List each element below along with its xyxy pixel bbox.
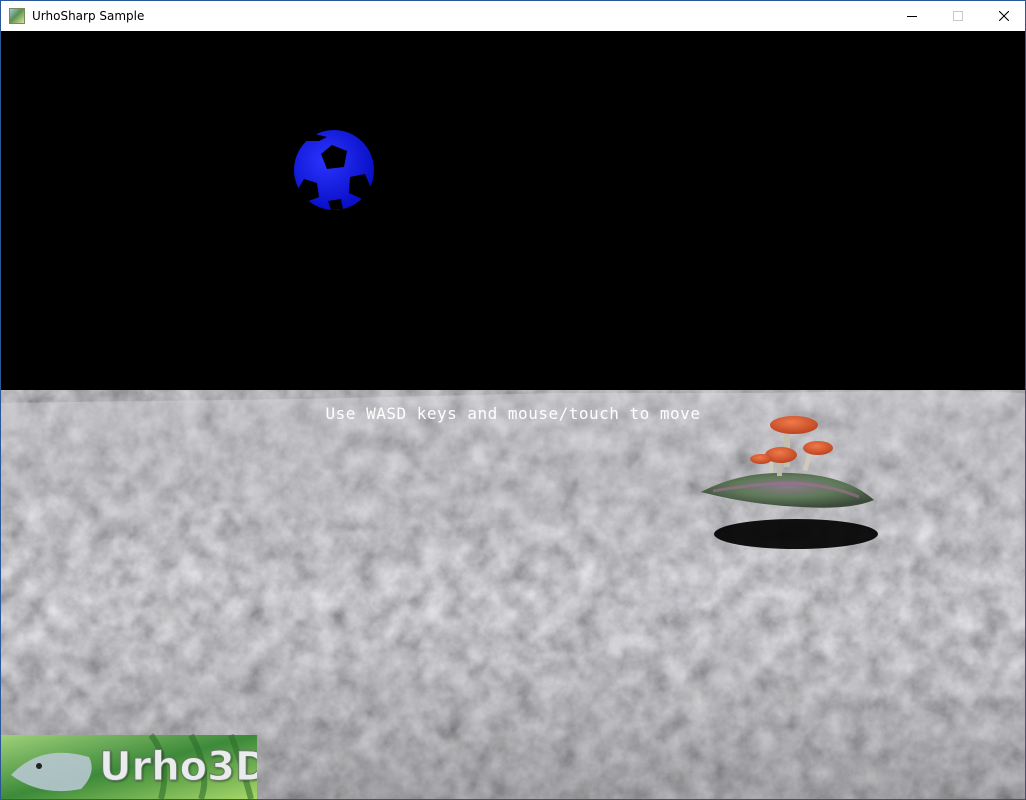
close-icon: [999, 11, 1009, 21]
maximize-icon: [953, 11, 963, 21]
island-shadow: [714, 519, 878, 549]
maximize-button[interactable]: [935, 1, 981, 31]
soccer-ball: [294, 130, 374, 210]
app-window: UrhoSharp Sample Use WASD keys and mouse…: [0, 0, 1026, 800]
instruction-text: Use WASD keys and mouse/touch to move: [325, 404, 701, 423]
urho3d-logo: Urho3D: [1, 735, 257, 799]
close-button[interactable]: [981, 1, 1025, 31]
window-title: UrhoSharp Sample: [32, 9, 145, 23]
app-icon[interactable]: [9, 8, 25, 24]
logo-text: Urho3D: [98, 744, 257, 791]
minimize-button[interactable]: [889, 1, 935, 31]
title-bar[interactable]: UrhoSharp Sample: [1, 1, 1025, 31]
minimize-icon: [907, 16, 917, 17]
game-viewport[interactable]: Use WASD keys and mouse/touch to move Ur…: [1, 31, 1025, 799]
